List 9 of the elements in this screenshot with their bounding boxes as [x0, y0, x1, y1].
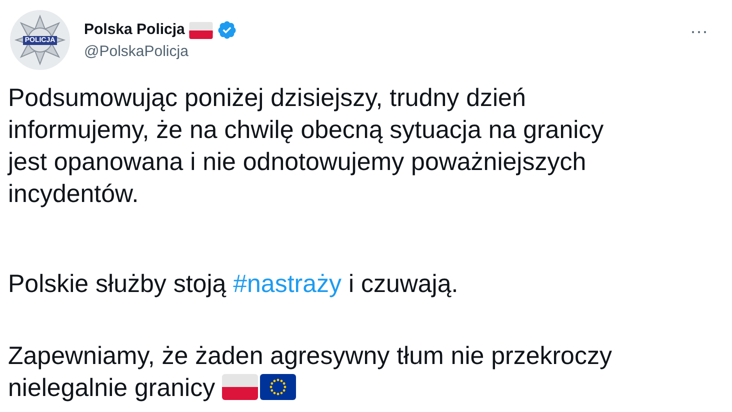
eu-flag-icon [260, 374, 296, 400]
tweet-text: Zapewniamy, że żaden agresywny tłum nie przekroczy nielegalnie granicy [8, 341, 613, 404]
poland-flag-icon [188, 22, 213, 38]
tweet-text: Polskie służby stoją #nastraży i czuwają. [8, 269, 460, 300]
poland-flag-icon [222, 374, 258, 400]
more-button[interactable]: ··· [686, 22, 712, 40]
tweet-text: Podsumowując poniżej dzisiejszy, trudny dzień informujemy, że na chwilę obecną sytuacja na granicy jest opanowana i nie odnotowujemy poważniejszych incydentów. [8, 83, 605, 210]
author-name[interactable]: Polska Policja [84, 20, 185, 40]
author-handle[interactable]: @PolskaPolicja [84, 42, 237, 62]
